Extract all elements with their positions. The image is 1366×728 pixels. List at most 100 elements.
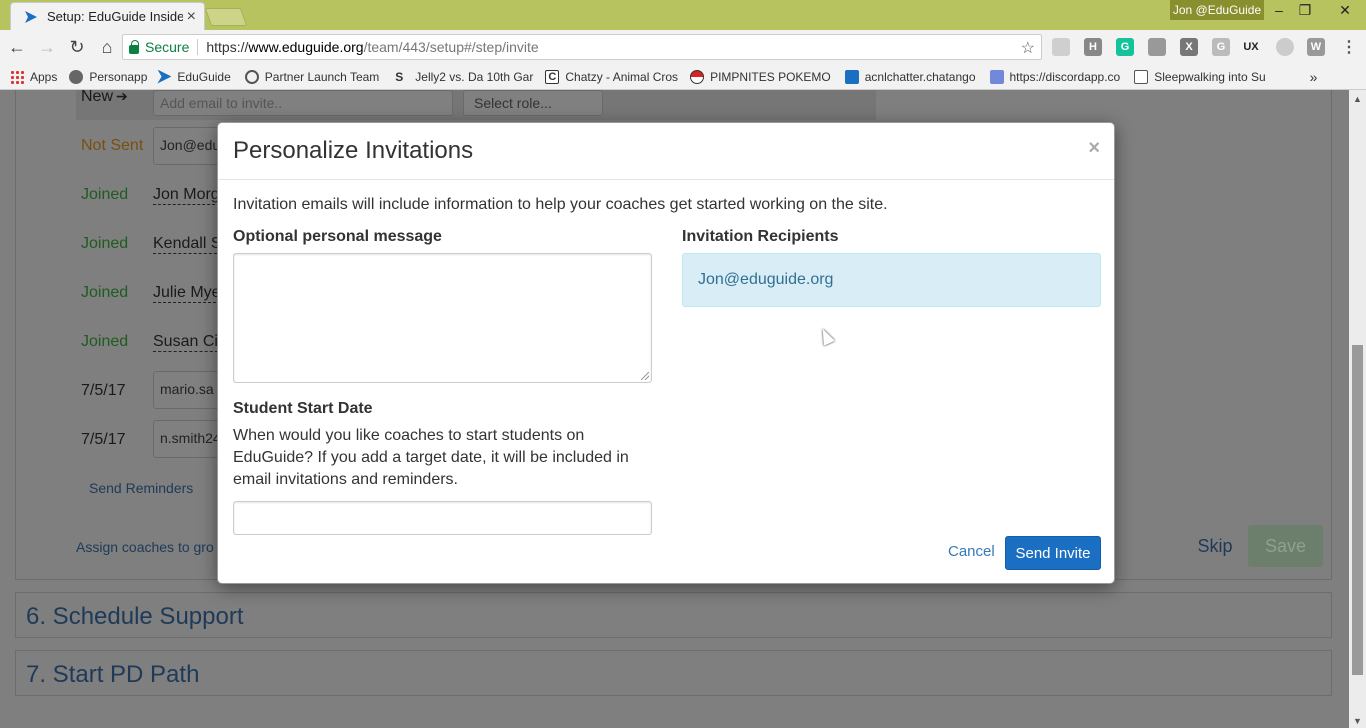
new-label: New xyxy=(81,88,114,105)
message-label: Optional personal message xyxy=(233,228,442,245)
window-titlebar: Setup: EduGuide Insiders × Jon @EduGuide… xyxy=(0,0,1366,30)
tab-title: Setup: EduGuide Insiders xyxy=(47,9,183,24)
bookmark-label: Sleepwalking into Su xyxy=(1154,69,1266,84)
camera-extension-icon[interactable] xyxy=(1148,38,1166,56)
bookmark-label: EduGuide xyxy=(177,69,231,84)
tab-close-icon[interactable]: × xyxy=(187,8,196,26)
status-badge: Joined xyxy=(81,284,129,301)
bookmark-personapp[interactable]: Personapp xyxy=(69,69,148,84)
status-badge: Not Sent xyxy=(81,137,144,154)
bookmark-eduguide[interactable]: EduGuide xyxy=(157,69,231,84)
personalize-invitations-dialog: Personalize Invitations × Invitation ema… xyxy=(217,122,1115,584)
window-close-icon[interactable]: ✕ xyxy=(1324,0,1366,20)
apps-grid-icon xyxy=(10,69,24,84)
g-extension-icon[interactable]: G xyxy=(1212,38,1230,56)
bookmark-label: Apps xyxy=(30,69,58,84)
send-reminders-link[interactable]: Send Reminders xyxy=(89,480,193,496)
start-date-label: Student Start Date xyxy=(233,400,373,417)
bookmark-chatzy[interactable]: C Chatzy - Animal Cros xyxy=(545,69,678,84)
modal-title: Personalize Invitations xyxy=(233,137,474,164)
sent-date: 7/5/17 xyxy=(81,431,126,448)
coach-name-link[interactable]: Jon Morg xyxy=(153,186,220,205)
bookmark-discord[interactable]: https://discordapp.co xyxy=(989,69,1121,84)
x-extension-icon[interactable]: X xyxy=(1180,38,1198,56)
recipient-email: Jon@eduguide.org xyxy=(698,271,834,288)
bookmark-partner[interactable]: Partner Launch Team xyxy=(244,69,380,84)
grammarly-extension-icon[interactable]: G xyxy=(1116,38,1134,56)
personal-message-textarea[interactable] xyxy=(233,253,652,383)
chatango-icon xyxy=(844,69,859,84)
menu-kebab-icon[interactable]: ⋮ xyxy=(1340,38,1358,56)
w-extension-icon[interactable]: W xyxy=(1307,38,1325,56)
status-badge: Joined xyxy=(81,186,129,203)
assign-coaches-link[interactable]: Assign coaches to gro xyxy=(76,539,214,555)
bookmarks-overflow-icon[interactable]: » xyxy=(1310,69,1318,85)
status-badge: Joined xyxy=(81,333,129,350)
cancel-button[interactable]: Cancel xyxy=(948,543,995,560)
scrollbar-thumb[interactable] xyxy=(1352,345,1363,675)
browser-tab[interactable]: Setup: EduGuide Insiders × xyxy=(10,2,205,30)
bookmark-star-icon[interactable]: ☆ xyxy=(1021,38,1035,58)
send-invite-button[interactable]: Send Invite xyxy=(1005,536,1101,570)
profile-badge[interactable]: Jon @EduGuide xyxy=(1170,0,1264,20)
coach-name-link[interactable]: Julie Mye xyxy=(153,284,221,303)
url-scheme: https:// xyxy=(206,39,249,55)
divider xyxy=(197,39,199,55)
secure-indicator[interactable]: Secure xyxy=(129,39,189,55)
secure-label: Secure xyxy=(145,39,190,55)
bookmark-label: acnlchatter.chatango xyxy=(864,69,976,84)
h-extension-icon[interactable]: H xyxy=(1084,38,1102,56)
url-text: https://www.eduguide.org/team/443/setup#… xyxy=(206,39,538,55)
globe-extension-icon[interactable] xyxy=(1052,38,1070,56)
start-date-input[interactable] xyxy=(233,501,652,535)
bookmark-pokemon[interactable]: PIMPNITES POKEMO xyxy=(690,69,831,84)
save-button[interactable]: Save xyxy=(1248,525,1323,567)
chatzy-icon: C xyxy=(545,69,560,84)
circle-extension-icon[interactable] xyxy=(1276,38,1294,56)
ux-extension-icon[interactable]: UX xyxy=(1242,38,1260,56)
page-scrollbar[interactable]: ▲ ▼ xyxy=(1349,90,1366,728)
back-icon[interactable]: ← xyxy=(4,34,30,60)
scroll-up-icon[interactable]: ▲ xyxy=(1353,94,1362,104)
bookmark-label: PIMPNITES POKEMO xyxy=(710,69,831,84)
start-date-help: When would you like coaches to start stu… xyxy=(233,427,629,488)
personapp-icon xyxy=(69,69,84,84)
sent-date: 7/5/17 xyxy=(81,382,126,399)
section-schedule-support[interactable]: 6. Schedule Support xyxy=(15,592,1332,638)
skip-button[interactable]: Skip xyxy=(1190,527,1240,565)
coach-name-link[interactable]: Kendall S xyxy=(153,235,222,254)
intro-text: Invitation emails will include informati… xyxy=(233,196,888,213)
discord-icon xyxy=(989,69,1004,84)
modal-header: Personalize Invitations × xyxy=(218,123,1114,180)
home-icon[interactable]: ⌂ xyxy=(94,34,120,60)
reload-icon[interactable]: ↻ xyxy=(64,34,90,60)
section-start-pd-path[interactable]: 7. Start PD Path xyxy=(15,650,1332,696)
lock-icon xyxy=(129,39,139,54)
bookmark-label: Personapp xyxy=(89,69,148,84)
pokeball-icon xyxy=(690,69,705,84)
coach-name-link[interactable]: Susan Ci xyxy=(153,333,218,352)
modal-close-icon[interactable]: × xyxy=(1088,137,1100,160)
bookmark-sleepwalking[interactable]: Sleepwalking into Su xyxy=(1134,69,1266,84)
bookmarks-bar: Apps Personapp EduGuide Partner Launch T… xyxy=(0,64,1366,90)
scroll-down-icon[interactable]: ▼ xyxy=(1353,716,1362,726)
url-host: www.eduguide.org xyxy=(248,39,364,55)
bookmark-label: Partner Launch Team xyxy=(264,69,380,84)
page-icon xyxy=(1134,69,1149,84)
bookmark-jelly[interactable]: S Jelly2 vs. Da 10th Gar xyxy=(395,70,533,84)
address-bar[interactable]: Secure https://www.eduguide.org/team/443… xyxy=(122,34,1042,60)
bookmark-label: https://discordapp.co xyxy=(1009,69,1121,84)
bookmark-chatango[interactable]: acnlchatter.chatango xyxy=(844,69,976,84)
url-path: /team/443/setup#/step/invite xyxy=(363,39,539,55)
resize-grip-icon[interactable] xyxy=(641,372,649,380)
new-tab-button[interactable] xyxy=(204,8,248,26)
recipient-list: Jon@eduguide.org xyxy=(682,253,1101,307)
invite-email-input[interactable]: Add email to invite.. xyxy=(153,90,453,116)
forward-icon[interactable]: → xyxy=(34,34,60,60)
recipients-label: Invitation Recipients xyxy=(682,228,839,245)
restore-icon[interactable]: ❐ xyxy=(1290,0,1320,20)
bookmark-apps[interactable]: Apps xyxy=(10,69,58,84)
role-select[interactable]: Select role... xyxy=(463,90,603,116)
arrow-circle-icon: ➔ xyxy=(116,88,128,104)
bookmark-label: Jelly2 vs. Da 10th Gar xyxy=(415,69,534,84)
